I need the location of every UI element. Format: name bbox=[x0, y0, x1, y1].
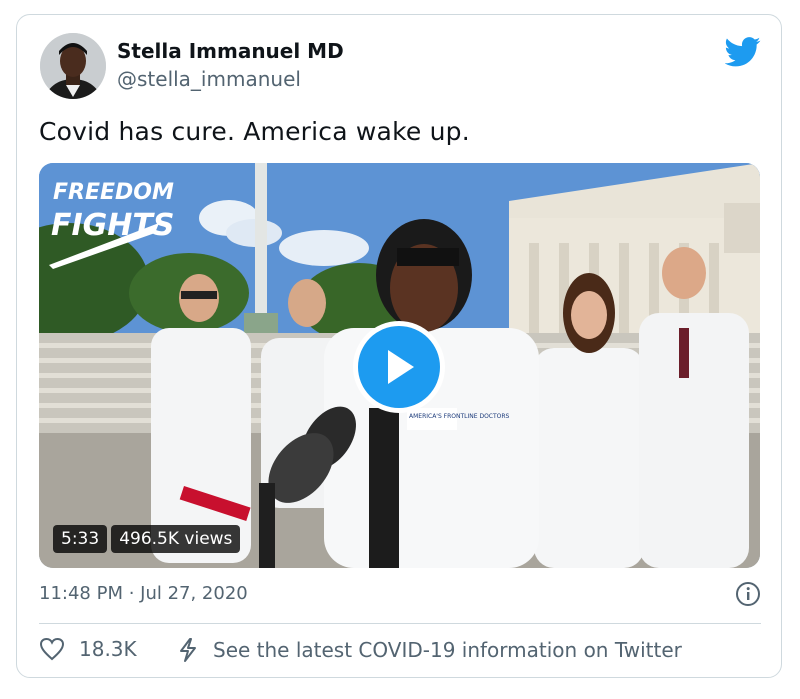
divider bbox=[39, 623, 761, 624]
views-badge: 496.5K views bbox=[111, 525, 241, 553]
like-button[interactable]: 18.3K bbox=[39, 637, 137, 661]
info-icon[interactable] bbox=[735, 581, 761, 607]
tweet-timestamp[interactable]: 11:48 PM · Jul 27, 2020 bbox=[39, 583, 248, 604]
author-handle[interactable]: @stella_immanuel bbox=[117, 67, 301, 91]
play-button-inner bbox=[358, 326, 440, 408]
avatar[interactable] bbox=[40, 33, 106, 99]
author-name[interactable]: Stella Immanuel MD bbox=[117, 39, 344, 63]
twitter-bird-icon[interactable] bbox=[725, 37, 761, 67]
play-button[interactable] bbox=[353, 321, 445, 413]
covid-info-text: See the latest COVID-19 information on T… bbox=[213, 638, 682, 662]
video-badges: 5:33 496.5K views bbox=[53, 525, 241, 553]
overlay-logo-line1: FREEDOM bbox=[53, 180, 174, 205]
covid-info-link[interactable]: See the latest COVID-19 information on T… bbox=[177, 637, 682, 663]
tweet-text: Covid has cure. America wake up. bbox=[39, 117, 470, 146]
heart-icon bbox=[39, 637, 65, 661]
play-icon bbox=[388, 350, 414, 384]
duration-badge: 5:33 bbox=[53, 525, 108, 553]
like-count: 18.3K bbox=[79, 637, 137, 661]
tweet-card: Stella Immanuel MD @stella_immanuel Covi… bbox=[16, 14, 782, 678]
video-player[interactable]: AMERICA'S FRONTLINE DOCTORS FREEDOM FIGH… bbox=[39, 163, 760, 568]
lightning-icon bbox=[180, 638, 196, 662]
coat-logo-text: AMERICA'S FRONTLINE DOCTORS bbox=[409, 413, 510, 420]
